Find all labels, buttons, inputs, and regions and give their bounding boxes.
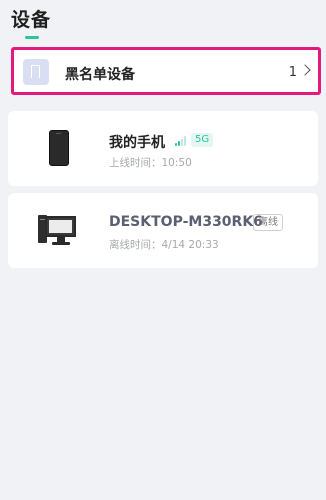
desktop-computer-icon	[38, 213, 78, 247]
offline-time: 离线时间：4/14 20:33	[109, 239, 219, 251]
wifi-signal-icon	[175, 136, 187, 146]
device-card-desktop[interactable]: DESKTOP-M330RK6 离线 离线时间：4/14 20:33	[8, 193, 318, 268]
status-badge: 离线	[253, 214, 283, 231]
chevron-right-icon	[299, 64, 311, 76]
online-time: 上线时间：10:50	[109, 157, 192, 169]
device-card-phone[interactable]: 我的手机 5G 上线时间：10:50	[8, 111, 318, 186]
blacklist-count: 1	[288, 65, 297, 80]
device-name: 我的手机	[109, 135, 165, 151]
network-badge: 5G	[191, 133, 214, 147]
blacklist-label: 黑名单设备	[65, 67, 135, 83]
page-header: 设备	[0, 0, 326, 44]
device-name: DESKTOP-M330RK6	[109, 214, 263, 230]
title-underline	[25, 36, 39, 39]
blacklist-icon	[23, 59, 49, 85]
blacklist-devices-row[interactable]: 黑名单设备 1	[11, 47, 321, 95]
page-title: 设备	[11, 9, 52, 31]
phone-icon	[49, 130, 69, 166]
